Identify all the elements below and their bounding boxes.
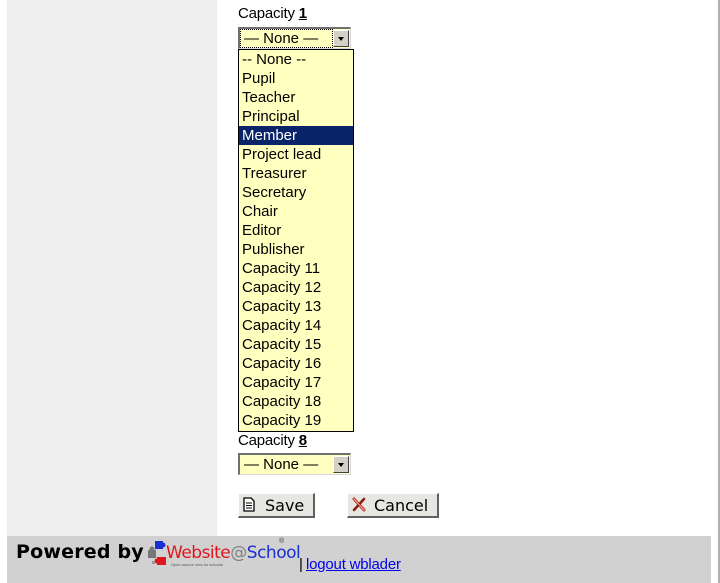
cancel-button-label: Cancel [374, 495, 429, 515]
logo-wordmark: Website@School [166, 543, 301, 563]
website-at-school-logo[interactable]: Website@School Open source cms for schoo… [146, 538, 301, 570]
cancel-x-icon [352, 497, 366, 513]
dropdown-option[interactable]: Capacity 11 [239, 259, 353, 278]
chevron-down-icon[interactable] [333, 30, 349, 47]
dropdown-option[interactable]: Member [239, 126, 353, 145]
logout-link[interactable]: logout wblader [306, 556, 401, 573]
dropdown-option[interactable]: Capacity 18 [239, 392, 353, 411]
dropdown-option[interactable]: Capacity 15 [239, 335, 353, 354]
capacity-1-label-text: Capacity [238, 5, 299, 22]
dropdown-option[interactable]: Treasurer [239, 164, 353, 183]
dropdown-option[interactable]: Chair [239, 202, 353, 221]
footer-separator: | [299, 556, 303, 573]
dropdown-option[interactable]: Principal [239, 107, 353, 126]
footer-bar: Powered by Website@School Open source cm… [7, 536, 711, 583]
logo-tagline: Open source cms for schools [171, 562, 223, 567]
dropdown-option[interactable]: -- None -- [239, 50, 353, 69]
document-icon [243, 497, 257, 513]
capacity-8-label: Capacity 8 [238, 432, 307, 449]
cancel-button[interactable]: Cancel [347, 493, 439, 518]
capacity-8-select-value: — None — [244, 456, 319, 473]
dropdown-option[interactable]: Pupil [239, 69, 353, 88]
logo-word-school: School [246, 543, 301, 563]
dropdown-option[interactable]: Capacity 13 [239, 297, 353, 316]
dropdown-option[interactable]: Capacity 17 [239, 373, 353, 392]
capacity-1-label: Capacity 1 [238, 5, 307, 22]
dropdown-option[interactable]: Editor [239, 221, 353, 240]
capacity-1-select-value: — None — [240, 29, 333, 48]
capacity-1-dropdown-list[interactable]: -- None -- Pupil Teacher Principal Member Pro… [238, 49, 354, 432]
dropdown-option[interactable]: Secretary [239, 183, 353, 202]
dropdown-option[interactable]: Publisher [239, 240, 353, 259]
capacity-8-accesskey: 8 [298, 432, 307, 449]
chevron-down-icon[interactable] [333, 456, 349, 473]
dropdown-option[interactable]: Capacity 14 [239, 316, 353, 335]
capacity-8-select[interactable]: — None — [238, 453, 351, 475]
capacity-1-accesskey: 1 [298, 5, 307, 22]
dropdown-option[interactable]: Project lead [239, 145, 353, 164]
dropdown-option[interactable]: Capacity 12 [239, 278, 353, 297]
save-button[interactable]: Save [238, 493, 315, 518]
left-sidebar-panel [7, 0, 217, 536]
powered-by-text: Powered by [16, 541, 144, 563]
dropdown-option[interactable]: Teacher [239, 88, 353, 107]
logo-word-website: Website [166, 543, 231, 563]
capacity-1-select[interactable]: — None — [238, 27, 351, 49]
logo-at-sign: @ [230, 543, 247, 563]
registered-mark: ® [279, 538, 285, 545]
dropdown-option[interactable]: Capacity 19 [239, 411, 353, 430]
dropdown-option[interactable]: Capacity 16 [239, 354, 353, 373]
save-button-label: Save [265, 495, 305, 515]
capacity-8-label-text: Capacity [238, 432, 299, 449]
